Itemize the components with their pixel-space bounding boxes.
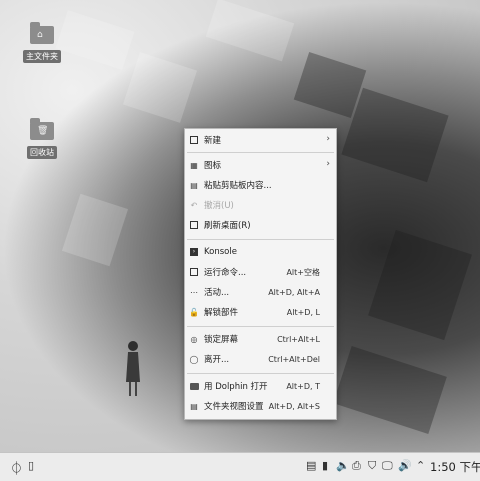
desktop-icon-home[interactable]: ⌂ 主文件夹	[22, 22, 62, 63]
show-desktop-icon[interactable]: ▯	[28, 459, 34, 472]
menu-item-folder-view-settings[interactable]: ▤ 文件夹视图设置 Alt+D, Alt+S	[185, 397, 336, 415]
menu-separator	[187, 326, 334, 327]
refresh-desktop-icon	[189, 220, 199, 230]
battery-icon[interactable]: ▮	[322, 459, 328, 472]
app-launcher-icon[interactable]: ⏀	[10, 458, 23, 477]
taskbar: ⏀ ▯ ▤ ▮ 🔈 ⎙ ⛉ 🖵 🔊 ⌃ 1:50 下午	[0, 452, 480, 481]
menu-shortcut: Alt+D, Alt+S	[268, 401, 320, 411]
menu-item-icons[interactable]: ▦ 图标 ›	[185, 156, 336, 174]
network-icon[interactable]: 🖵	[382, 459, 393, 473]
menu-item-unlock-widgets[interactable]: 🔓 解锁部件 Alt+D, L	[185, 303, 336, 321]
menu-item-refresh[interactable]: 刷新桌面(R)	[185, 216, 336, 234]
chevron-right-icon: ›	[326, 134, 330, 144]
folder-settings-icon: ▤	[190, 401, 198, 411]
speaker-icon[interactable]: 🔊	[398, 459, 412, 472]
menu-item-konsole[interactable]: › Konsole	[185, 243, 336, 261]
menu-item-run-command[interactable]: 运行命令... Alt+空格	[185, 263, 336, 281]
texture-patch	[205, 0, 295, 62]
desktop-context-menu: 新建 › ▦ 图标 › ▤ 粘贴剪贴板内容... ↶ 撤消(U) 刷新桌面(R)…	[184, 128, 337, 420]
undo-icon: ↶	[190, 200, 198, 210]
activities-icon: ⋯	[190, 287, 198, 297]
run-command-icon	[189, 267, 199, 277]
volume-icon[interactable]: 🔈	[336, 459, 350, 472]
texture-patch	[122, 52, 198, 123]
menu-separator	[187, 152, 334, 153]
clock[interactable]: 1:50 下午	[430, 459, 480, 475]
view-icons-icon: ▦	[190, 160, 198, 170]
menu-shortcut: Alt+D, L	[286, 307, 320, 317]
clipboard-icon: ▤	[190, 180, 198, 190]
texture-patch	[55, 10, 135, 70]
wallpaper-figure	[126, 341, 140, 396]
lock-screen-icon: ◎	[190, 334, 198, 344]
menu-shortcut: Alt+D, T	[286, 381, 320, 391]
trash-folder-icon: 🗑	[28, 118, 56, 142]
texture-patch	[333, 346, 447, 434]
texture-patch	[341, 87, 449, 183]
menu-shortcut: Ctrl+Alt+Del	[268, 354, 320, 364]
menu-item-undo[interactable]: ↶ 撤消(U)	[185, 196, 336, 214]
menu-separator	[187, 373, 334, 374]
menu-item-activities[interactable]: ⋯ 活动... Alt+D, Alt+A	[185, 283, 336, 301]
menu-separator	[187, 239, 334, 240]
leave-icon: ◯	[189, 354, 199, 364]
shield-icon[interactable]: ⛉	[368, 459, 376, 473]
menu-shortcut: Alt+D, Alt+A	[268, 287, 320, 297]
new-document-icon	[189, 135, 199, 145]
chevron-right-icon: ›	[326, 159, 330, 169]
desktop-icon-label: 主文件夹	[23, 50, 61, 63]
menu-item-open-dolphin[interactable]: 用 Dolphin 打开 Alt+D, T	[185, 377, 336, 395]
home-folder-icon: ⌂	[28, 22, 56, 46]
menu-item-new[interactable]: 新建 ›	[185, 131, 336, 149]
terminal-icon: ›	[189, 247, 199, 257]
menu-item-lock-screen[interactable]: ◎ 锁定屏幕 Ctrl+Alt+L	[185, 330, 336, 348]
desktop-icon-trash[interactable]: 🗑 回收站	[22, 118, 62, 159]
clipboard-icon[interactable]: ▤	[306, 459, 316, 472]
unlock-icon: 🔓	[189, 307, 199, 317]
texture-patch	[368, 229, 472, 341]
chevron-up-icon[interactable]: ⌃	[416, 459, 425, 472]
menu-shortcut: Ctrl+Alt+L	[277, 334, 320, 344]
menu-item-paste[interactable]: ▤ 粘贴剪贴板内容...	[185, 176, 336, 194]
menu-shortcut: Alt+空格	[286, 267, 320, 277]
printer-icon[interactable]: ⎙	[352, 459, 361, 473]
desktop-icon-label: 回收站	[27, 146, 57, 159]
menu-item-leave[interactable]: ◯ 离开... Ctrl+Alt+Del	[185, 350, 336, 368]
texture-patch	[61, 193, 129, 267]
folder-open-icon	[189, 381, 199, 391]
